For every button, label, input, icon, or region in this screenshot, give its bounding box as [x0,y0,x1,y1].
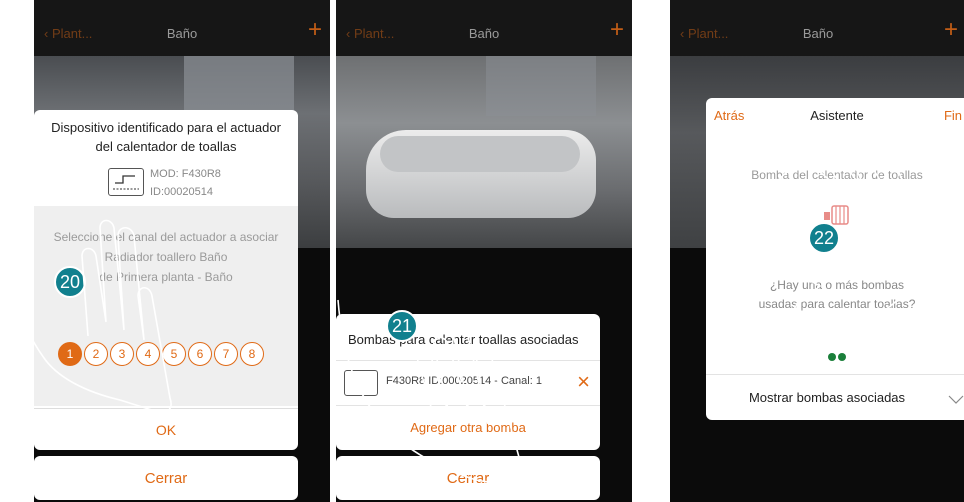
channel-7-button[interactable]: 7 [214,342,238,366]
dialog-heading: Bombas para calentar toallas asociadas [348,332,579,347]
step-badge: 22 [808,222,840,254]
step-badge: 20 [54,266,86,298]
show-pumps-row[interactable]: Mostrar bombas asociadas [706,374,964,420]
wizard-dialog: Atrás Asistente Fin Bomba del calentador… [706,98,964,420]
ok-button[interactable]: OK [34,408,298,450]
channel-selector: 12345678 [58,342,298,366]
page-dot-2 [838,353,846,361]
device-name: Radiador toallero Baño [104,250,228,264]
add-icon[interactable]: + [610,18,624,42]
device-icon [108,168,144,196]
channel-6-button[interactable]: 6 [188,342,212,366]
instruction-text: Seleccione el canal del actuador a asoci… [53,230,279,244]
page-title: Baño [802,26,834,41]
close-button[interactable]: Cerrar [336,456,600,500]
remove-icon[interactable]: × [577,369,590,395]
page-indicator [706,348,964,366]
window-shape [486,56,596,116]
pump-list-item: F430R8 ID:00020514 - Canal: 1 × [336,360,600,406]
device-id: ID:00020514 [150,186,213,198]
screen-associated-pumps: ‹ Plant... Baño + Bombas para calentar t… [336,0,632,502]
screen-wizard: ‹ Plant... Baño + Atrás Asistente Fin Bo… [670,0,964,502]
selection-panel: Seleccione el canal del actuador a asoci… [34,206,298,406]
channel-3-button[interactable]: 3 [110,342,134,366]
close-button[interactable]: Cerrar [34,456,298,500]
page-title: Baño [468,26,500,41]
pumps-dialog: Bombas para calentar toallas asociadas F… [336,314,600,450]
wizard-subtitle: Bomba del calentador de toallas [751,168,923,182]
top-bar: ‹ Plant... Baño + [34,0,330,56]
channel-1-button[interactable]: 1 [58,342,82,366]
add-icon[interactable]: + [944,18,958,42]
dialog-heading: Dispositivo identificado para el actuado… [51,120,281,154]
top-bar: ‹ Plant... Baño + [336,0,632,56]
device-model: MOD: F430R8 [150,168,221,180]
wizard-finish-button[interactable]: Fin [944,108,962,123]
step-badge: 21 [386,310,418,342]
screen-channel-selection: ‹ Plant... Baño + Dispositivo identifica… [34,0,330,502]
top-bar: ‹ Plant... Baño + [670,0,964,56]
wizard-question: ¿Hay una o más bombas usadas para calent… [758,278,916,311]
wizard-title: Asistente [810,108,864,123]
pump-item-text: F430R8 ID:00020514 - Canal: 1 [386,375,542,387]
add-icon[interactable]: + [308,18,322,42]
window-shape [184,56,294,116]
channel-2-button[interactable]: 2 [84,342,108,366]
channel-8-button[interactable]: 8 [240,342,264,366]
bathtub-inner-shape [380,136,580,172]
pump-icon [344,370,378,396]
add-pump-button[interactable]: Agregar otra bomba [336,404,600,450]
page-title: Baño [166,26,198,41]
channel-4-button[interactable]: 4 [136,342,160,366]
channel-5-button[interactable]: 5 [162,342,186,366]
page-dot-1 [828,353,836,361]
room-photo [336,56,632,248]
chevron-down-icon [948,395,964,404]
show-pumps-label: Mostrar bombas asociadas [748,390,906,405]
